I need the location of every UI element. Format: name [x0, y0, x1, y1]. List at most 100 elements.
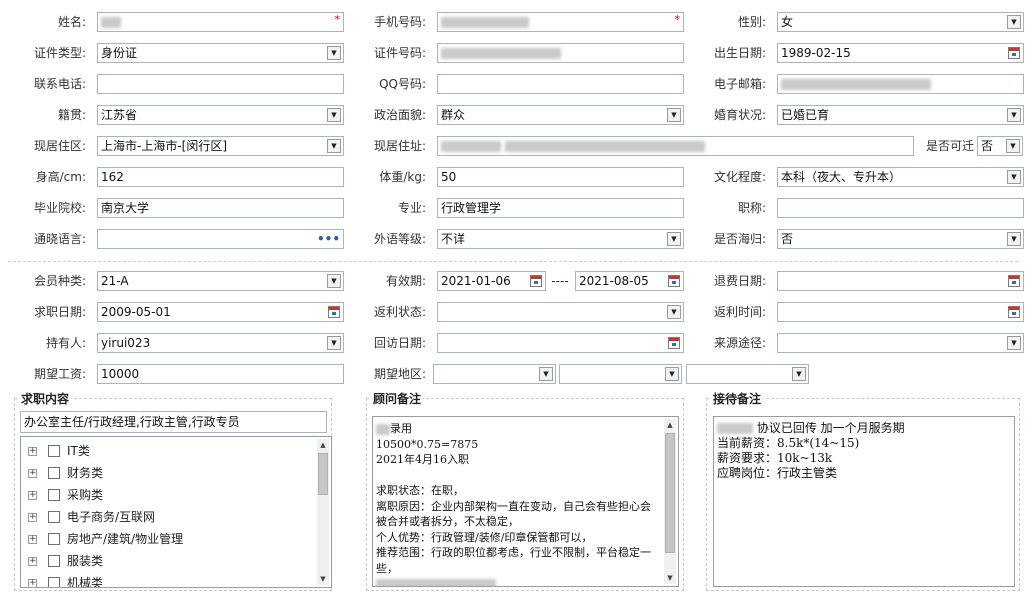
- calendar-icon[interactable]: [1008, 306, 1020, 318]
- id-no-field[interactable]: [437, 43, 684, 63]
- dropdown-arrow-icon[interactable]: ▼: [327, 139, 341, 153]
- revisit-date-field[interactable]: [437, 333, 684, 353]
- dropdown-arrow-icon[interactable]: ▼: [327, 336, 341, 350]
- holder-select[interactable]: yirui023 ▼: [97, 333, 344, 353]
- selected-jobs-field[interactable]: 办公室主任/行政经理,行政主管,行政专员: [20, 411, 327, 433]
- tree-expand-icon[interactable]: +: [28, 447, 37, 456]
- rebate-time-field[interactable]: [777, 302, 1024, 322]
- birth-date-field[interactable]: 1989-02-15: [777, 43, 1024, 63]
- tree-item-machinery[interactable]: + 机械类: [21, 574, 311, 587]
- calendar-icon[interactable]: [1008, 275, 1020, 287]
- dropdown-arrow-icon[interactable]: ▼: [327, 46, 341, 60]
- dropdown-arrow-icon[interactable]: ▼: [1006, 139, 1020, 153]
- qq-field[interactable]: [437, 74, 684, 94]
- dropdown-arrow-icon[interactable]: ▼: [1007, 15, 1021, 29]
- tree-expand-icon[interactable]: +: [28, 513, 37, 522]
- tree-expand-icon[interactable]: +: [28, 535, 37, 544]
- dropdown-arrow-icon[interactable]: ▼: [667, 108, 681, 122]
- tree-expand-icon[interactable]: +: [28, 579, 37, 587]
- scroll-thumb[interactable]: [318, 453, 328, 495]
- overseas-label: 是否海归:: [713, 232, 766, 246]
- relocate-select[interactable]: 否 ▼: [977, 136, 1023, 156]
- native-select[interactable]: 江苏省 ▼: [97, 105, 344, 125]
- scroll-up-icon[interactable]: ▲: [664, 419, 676, 431]
- weight-field[interactable]: 50: [437, 167, 684, 187]
- tree-expand-icon[interactable]: +: [28, 491, 37, 500]
- source-select[interactable]: ▼: [777, 333, 1024, 353]
- advisor-notes-scrollbar[interactable]: ▲ ▼: [664, 419, 676, 584]
- refund-date-field[interactable]: [777, 271, 1024, 291]
- marital-select[interactable]: 已婚已育 ▼: [777, 105, 1024, 125]
- checkbox-icon[interactable]: [48, 489, 60, 501]
- calendar-icon[interactable]: [328, 306, 340, 318]
- member-type-select[interactable]: 21-A ▼: [97, 271, 344, 291]
- checkbox-icon[interactable]: [48, 555, 60, 567]
- dropdown-arrow-icon[interactable]: ▼: [667, 305, 681, 319]
- residence-area-select[interactable]: 上海市-上海市-[闵行区] ▼: [97, 136, 344, 156]
- scroll-thumb[interactable]: [665, 433, 675, 553]
- advisor-notes-textarea[interactable]: 录用 10500*0.75=7875 2021年4月16入职 求职状态：在职， …: [372, 416, 679, 587]
- checkbox-icon[interactable]: [48, 445, 60, 457]
- reception-notes-textarea[interactable]: 协议已回传 加一个月服务期 当前薪资：8.5k*(14~15) 薪资要求：10k…: [713, 416, 1015, 587]
- phone-field[interactable]: *: [437, 12, 684, 32]
- email-field[interactable]: [777, 74, 1024, 94]
- id-type-select[interactable]: 身份证 ▼: [97, 43, 344, 63]
- dropdown-arrow-icon[interactable]: ▼: [1007, 232, 1021, 246]
- tree-item-purchase[interactable]: + 采购类: [21, 486, 311, 504]
- required-mark: *: [674, 13, 681, 26]
- dropdown-arrow-icon[interactable]: ▼: [539, 367, 553, 381]
- tree-item-realestate[interactable]: + 房地产/建筑/物业管理: [21, 530, 311, 548]
- dropdown-arrow-icon[interactable]: ▼: [1007, 108, 1021, 122]
- major-field[interactable]: 行政管理学: [437, 198, 684, 218]
- rebate-status-select[interactable]: ▼: [437, 302, 684, 322]
- tree-item-it[interactable]: + IT类: [21, 442, 311, 460]
- gender-select[interactable]: 女 ▼: [777, 12, 1024, 32]
- contact-phone-field[interactable]: [97, 74, 344, 94]
- dropdown-arrow-icon[interactable]: ▼: [327, 108, 341, 122]
- foreign-level-select[interactable]: 不详 ▼: [437, 229, 684, 249]
- scroll-down-icon[interactable]: ▼: [317, 573, 329, 585]
- region-district-select[interactable]: ▼: [686, 364, 809, 384]
- tree-scrollbar[interactable]: ▲ ▼: [317, 439, 329, 585]
- tree-expand-icon[interactable]: +: [28, 469, 37, 478]
- school-field[interactable]: 南京大学: [97, 198, 344, 218]
- checkbox-icon[interactable]: [48, 533, 60, 545]
- calendar-icon[interactable]: [668, 337, 680, 349]
- tree-item-finance[interactable]: + 财务类: [21, 464, 311, 482]
- dropdown-arrow-icon[interactable]: ▼: [1007, 336, 1021, 350]
- checkbox-icon[interactable]: [48, 467, 60, 479]
- language-field[interactable]: •••: [97, 229, 344, 249]
- tree-item-ecommerce[interactable]: + 电子商务/互联网: [21, 508, 311, 526]
- validity-start-field[interactable]: 2021-01-06: [437, 271, 546, 291]
- title-field[interactable]: [777, 198, 1024, 218]
- name-field[interactable]: *: [97, 12, 344, 32]
- dropdown-arrow-icon[interactable]: ▼: [327, 274, 341, 288]
- tree-item-label: IT类: [67, 444, 90, 458]
- education-select[interactable]: 本科（夜大、专升本） ▼: [777, 167, 1024, 187]
- tree-expand-icon[interactable]: +: [28, 557, 37, 566]
- job-date-field[interactable]: 2009-05-01: [97, 302, 344, 322]
- scroll-down-icon[interactable]: ▼: [664, 572, 676, 584]
- political-select[interactable]: 群众 ▼: [437, 105, 684, 125]
- height-field[interactable]: 162: [97, 167, 344, 187]
- region-city-select[interactable]: ▼: [559, 364, 682, 384]
- validity-end-field[interactable]: 2021-08-05: [575, 271, 684, 291]
- dropdown-arrow-icon[interactable]: ▼: [792, 367, 806, 381]
- region-province-select[interactable]: ▼: [433, 364, 556, 384]
- calendar-icon[interactable]: [1008, 47, 1020, 59]
- scroll-up-icon[interactable]: ▲: [317, 439, 329, 451]
- dropdown-arrow-icon[interactable]: ▼: [665, 367, 679, 381]
- address-field[interactable]: [437, 136, 914, 156]
- calendar-icon[interactable]: [530, 275, 542, 287]
- ellipsis-icon[interactable]: •••: [317, 231, 340, 247]
- native-value: 江苏省: [101, 108, 138, 122]
- checkbox-icon[interactable]: [48, 577, 60, 587]
- overseas-select[interactable]: 否 ▼: [777, 229, 1024, 249]
- source-label: 来源途径:: [713, 336, 766, 350]
- checkbox-icon[interactable]: [48, 511, 60, 523]
- salary-field[interactable]: 10000: [97, 364, 344, 384]
- calendar-icon[interactable]: [668, 275, 680, 287]
- tree-item-apparel[interactable]: + 服装类: [21, 552, 311, 570]
- dropdown-arrow-icon[interactable]: ▼: [667, 232, 681, 246]
- dropdown-arrow-icon[interactable]: ▼: [1007, 170, 1021, 184]
